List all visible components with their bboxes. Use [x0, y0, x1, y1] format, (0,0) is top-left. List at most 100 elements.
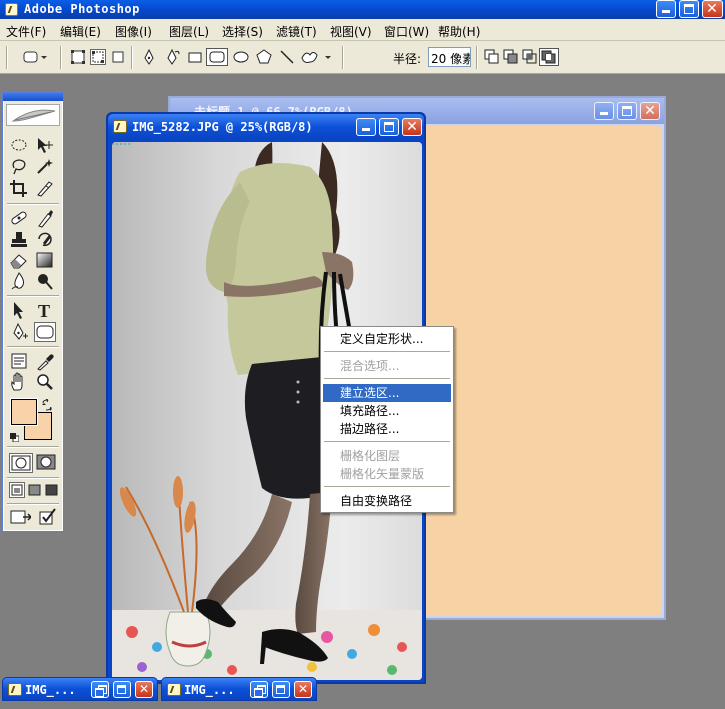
toolbox-header[interactable]: [3, 93, 63, 101]
menu-item-make-selection[interactable]: 建立选区...: [323, 384, 451, 402]
shape-layers-icon[interactable]: [70, 49, 86, 65]
document-canvas[interactable]: [422, 126, 662, 616]
history-brush-icon[interactable]: [34, 229, 56, 249]
polygon-icon[interactable]: [256, 49, 272, 65]
close-icon: ✕: [644, 103, 656, 119]
default-colors-icon[interactable]: [10, 431, 20, 443]
menu-select[interactable]: 选择(S): [222, 23, 263, 40]
document-close-button[interactable]: ✕: [402, 118, 422, 136]
intersect-shape-icon[interactable]: [522, 49, 538, 65]
path-selection-icon[interactable]: [8, 300, 30, 320]
gradient-icon[interactable]: [34, 250, 56, 270]
add-to-shape-icon[interactable]: [484, 49, 500, 65]
custom-shape-icon[interactable]: [300, 49, 334, 65]
restore-button[interactable]: [91, 681, 109, 698]
quick-mask-icon[interactable]: [35, 453, 59, 473]
minimize-button[interactable]: [656, 0, 676, 18]
document-minimize-button[interactable]: [356, 118, 376, 136]
rounded-rectangle-tool-icon[interactable]: [34, 322, 56, 342]
maximize-button[interactable]: [113, 681, 131, 698]
foreground-color-swatch[interactable]: [10, 398, 38, 426]
eraser-icon[interactable]: [8, 250, 30, 270]
rectangle-icon[interactable]: [187, 49, 203, 65]
menu-image[interactable]: 图像(I): [115, 23, 152, 40]
lasso-ellipse-icon[interactable]: [8, 135, 30, 155]
svg-text:T: T: [38, 301, 50, 320]
close-button[interactable]: ✕: [702, 0, 723, 18]
menu-edit[interactable]: 编辑(E): [60, 23, 101, 40]
hand-icon[interactable]: [8, 372, 30, 392]
notes-icon[interactable]: [8, 351, 30, 371]
rounded-rectangle-preset-icon[interactable]: [22, 49, 48, 65]
standard-mode-icon[interactable]: [9, 453, 33, 473]
healing-brush-icon[interactable]: [8, 208, 30, 228]
eyedropper-icon[interactable]: [34, 351, 56, 371]
dodge-icon[interactable]: [34, 271, 56, 291]
menu-separator: [324, 486, 450, 487]
document-maximize-button[interactable]: [379, 118, 399, 136]
close-icon: ✕: [706, 1, 718, 17]
menu-help[interactable]: 帮助(H): [438, 23, 480, 40]
full-screen-icon[interactable]: [44, 482, 60, 498]
standard-screen-icon[interactable]: [9, 482, 25, 498]
minimized-window-1[interactable]: IMG_... ✕: [2, 677, 158, 701]
menu-window[interactable]: 窗口(W): [384, 23, 429, 40]
restore-button[interactable]: [250, 681, 268, 698]
photoshop-document-icon: [8, 683, 22, 696]
slice-icon[interactable]: [34, 178, 56, 198]
document-maximize-button[interactable]: [617, 102, 637, 120]
radius-input[interactable]: 20 像素: [428, 47, 471, 67]
menu-item-rasterize-vector-mask[interactable]: 栅格化矢量蒙版: [323, 465, 451, 483]
menu-item-fill-path[interactable]: 填充路径...: [323, 402, 451, 420]
menu-view[interactable]: 视图(V): [330, 23, 372, 40]
clone-stamp-icon[interactable]: [8, 229, 30, 249]
ellipse-icon[interactable]: [233, 49, 249, 65]
document-title-bar[interactable]: IMG_5282.JPG @ 25%(RGB/8) ✕: [108, 114, 424, 140]
full-screen-menu-icon[interactable]: [27, 482, 43, 498]
type-icon[interactable]: T: [34, 300, 56, 320]
document-close-button[interactable]: ✕: [640, 102, 660, 120]
exclude-shape-icon[interactable]: [539, 48, 559, 66]
photoshop-feather-logo[interactable]: [6, 104, 60, 126]
minimized-window-2[interactable]: IMG_... ✕: [161, 677, 317, 701]
options-separator: [342, 46, 344, 69]
document-minimize-button[interactable]: [594, 102, 614, 120]
photoshop-document-icon: [113, 120, 127, 133]
photoshop-feather-icon: [5, 3, 18, 16]
menu-layer[interactable]: 图层(L): [169, 23, 209, 40]
menu-item-define-custom-shape[interactable]: 定义自定形状...: [323, 330, 451, 348]
brush-icon[interactable]: [34, 208, 56, 228]
pen-icon[interactable]: [141, 48, 157, 65]
menu-item-blending-options[interactable]: 混合选项...: [323, 357, 451, 375]
menu-item-rasterize-layer[interactable]: 栅格化图层: [323, 447, 451, 465]
paths-icon[interactable]: [90, 49, 106, 65]
menu-item-stroke-path[interactable]: 描边路径...: [323, 420, 451, 438]
maximize-button[interactable]: [679, 0, 699, 18]
magic-wand-icon[interactable]: [34, 156, 56, 176]
subtract-shape-icon[interactable]: [503, 49, 519, 65]
menu-filter[interactable]: 滤镜(T): [276, 23, 317, 40]
close-button[interactable]: ✕: [294, 681, 312, 698]
fill-pixels-icon[interactable]: [110, 49, 126, 65]
restore-icon: [95, 685, 107, 697]
menu-file[interactable]: 文件(F): [6, 23, 46, 40]
close-button[interactable]: ✕: [135, 681, 153, 698]
swap-colors-icon[interactable]: [41, 398, 53, 411]
menu-item-free-transform-path[interactable]: 自由变换路径: [323, 492, 451, 510]
line-icon[interactable]: [279, 49, 295, 65]
photoshop-document-icon: [167, 683, 181, 696]
pen-tool-icon[interactable]: [8, 322, 30, 342]
freeform-pen-icon[interactable]: [164, 48, 180, 65]
jump-to-imageready-icon[interactable]: [9, 507, 35, 527]
rounded-rectangle-icon[interactable]: [206, 48, 228, 66]
maximize-icon: [622, 106, 632, 116]
blur-icon[interactable]: [8, 271, 30, 291]
maximize-button[interactable]: [272, 681, 290, 698]
move-icon[interactable]: [34, 135, 56, 155]
checkbox-check-icon[interactable]: [37, 507, 59, 527]
document-title: IMG_5282.JPG @ 25%(RGB/8): [132, 120, 313, 134]
toolbox: T: [2, 92, 64, 532]
crop-icon[interactable]: [8, 178, 30, 198]
zoom-icon[interactable]: [34, 372, 56, 392]
lasso-icon[interactable]: [8, 156, 30, 176]
